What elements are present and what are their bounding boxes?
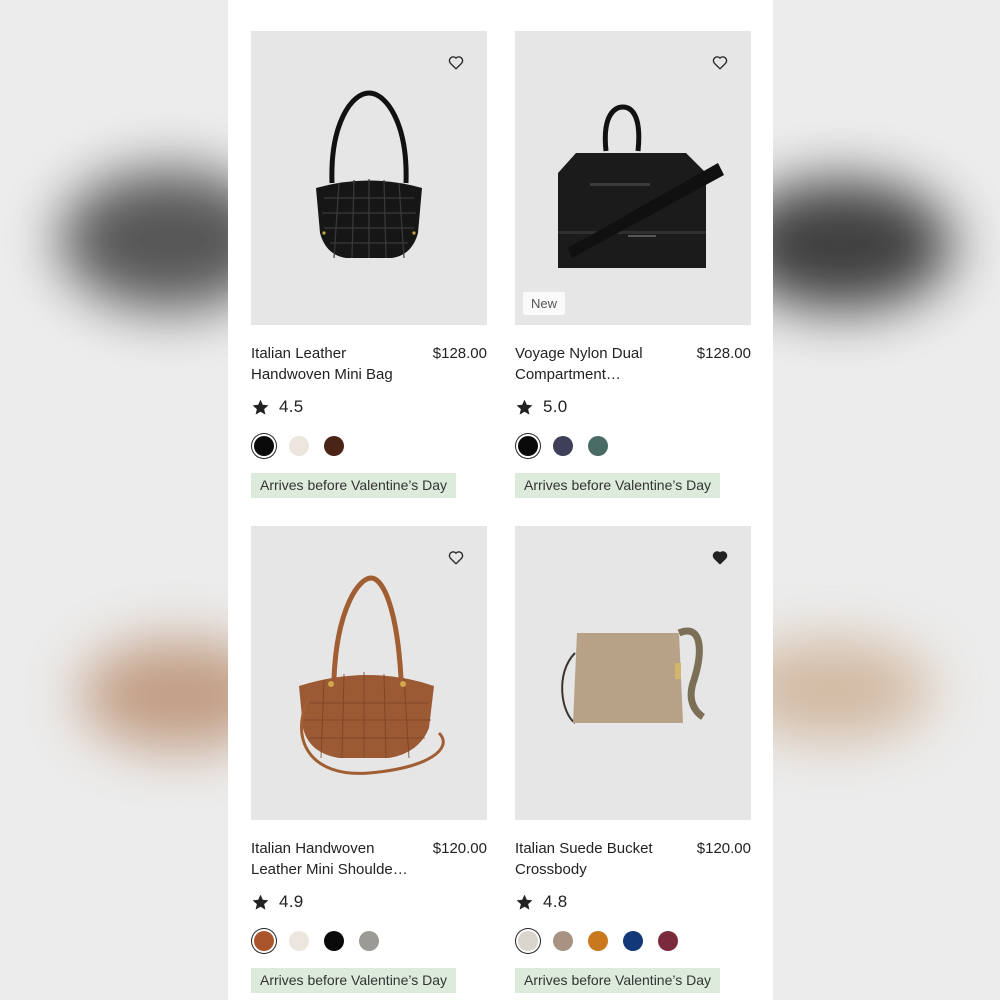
color-swatch[interactable] <box>518 436 538 456</box>
product-rating: 5.0 <box>515 397 751 417</box>
blurred-backdrop-left <box>0 0 228 1000</box>
new-badge: New <box>523 292 566 315</box>
product-image[interactable] <box>251 31 487 325</box>
heart-icon <box>448 550 464 564</box>
color-swatch[interactable] <box>588 436 608 456</box>
favorite-button[interactable] <box>447 548 465 566</box>
rating-value: 4.8 <box>543 892 568 911</box>
leather-shoulder-bag-image <box>299 575 445 775</box>
favorite-button[interactable] <box>447 53 465 71</box>
delivery-badge: Arrives before Valentine’s Day <box>251 473 457 498</box>
rating-value: 4.9 <box>279 892 304 911</box>
product-rating: 4.9 <box>251 892 487 912</box>
color-swatch[interactable] <box>359 931 379 951</box>
product-image[interactable] <box>515 526 751 820</box>
color-swatch[interactable] <box>553 436 573 456</box>
color-swatch[interactable] <box>289 931 309 951</box>
suede-bucket-bag-image <box>561 627 706 724</box>
color-swatch[interactable] <box>289 436 309 456</box>
color-swatches <box>251 928 487 954</box>
color-swatches <box>515 928 751 954</box>
product-card[interactable]: New Voyage Nylon Dual Compartment… $128.… <box>515 31 751 498</box>
product-name[interactable]: Italian Leather Handwoven Mini Bag <box>251 343 419 385</box>
product-price: $128.00 <box>696 345 751 362</box>
product-image[interactable]: New <box>515 31 751 325</box>
star-icon <box>516 894 533 910</box>
favorite-button[interactable] <box>711 548 729 566</box>
color-swatch[interactable] <box>623 931 643 951</box>
heart-icon <box>448 55 464 69</box>
woven-shoulder-bag-image <box>316 90 422 259</box>
product-grid: Italian Leather Handwoven Mini Bag $128.… <box>228 0 773 1000</box>
star-icon <box>516 399 533 415</box>
product-price: $120.00 <box>432 840 487 857</box>
delivery-badge: Arrives before Valentine’s Day <box>251 968 457 993</box>
product-image[interactable] <box>251 526 487 820</box>
duffel-bag-image <box>558 104 724 268</box>
product-name[interactable]: Italian Handwoven Leather Mini Shoulde… <box>251 838 419 880</box>
heart-icon <box>712 55 728 69</box>
product-rating: 4.8 <box>515 892 751 912</box>
blurred-backdrop-right <box>772 0 1000 1000</box>
product-price: $128.00 <box>432 345 487 362</box>
product-name[interactable]: Italian Suede Bucket Crossbody <box>515 838 683 880</box>
color-swatch[interactable] <box>254 436 274 456</box>
product-name[interactable]: Voyage Nylon Dual Compartment… <box>515 343 683 385</box>
color-swatch[interactable] <box>324 436 344 456</box>
delivery-badge: Arrives before Valentine’s Day <box>515 473 721 498</box>
star-icon <box>252 399 269 415</box>
favorite-button[interactable] <box>711 53 729 71</box>
color-swatch[interactable] <box>588 931 608 951</box>
heart-filled-icon <box>712 550 728 564</box>
product-card[interactable]: Italian Suede Bucket Crossbody $120.00 4… <box>515 526 751 993</box>
rating-value: 4.5 <box>279 397 304 416</box>
color-swatch[interactable] <box>658 931 678 951</box>
product-card[interactable]: Italian Handwoven Leather Mini Shoulde… … <box>251 526 487 993</box>
delivery-badge: Arrives before Valentine’s Day <box>515 968 721 993</box>
rating-value: 5.0 <box>543 397 568 416</box>
color-swatches <box>251 433 487 459</box>
color-swatch[interactable] <box>254 931 274 951</box>
product-rating: 4.5 <box>251 397 487 417</box>
color-swatches <box>515 433 751 459</box>
color-swatch[interactable] <box>518 931 538 951</box>
color-swatch[interactable] <box>324 931 344 951</box>
product-card[interactable]: Italian Leather Handwoven Mini Bag $128.… <box>251 31 487 498</box>
color-swatch[interactable] <box>553 931 573 951</box>
star-icon <box>252 894 269 910</box>
product-price: $120.00 <box>696 840 751 857</box>
